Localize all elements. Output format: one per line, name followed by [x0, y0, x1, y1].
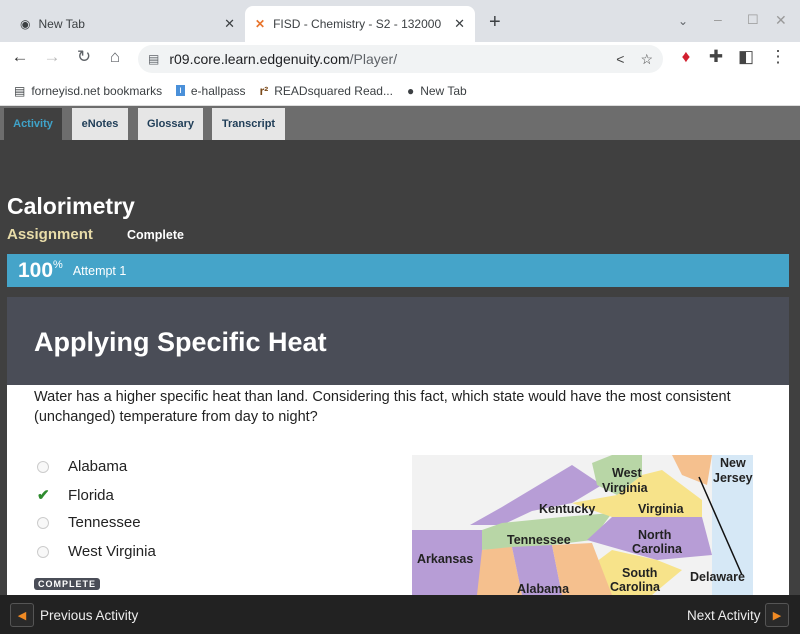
tab-enotes[interactable]: eNotes: [72, 108, 128, 140]
tab-search-icon[interactable]: ⌄: [678, 14, 688, 28]
close-tab-icon[interactable]: ✕: [224, 16, 235, 32]
bookmark-label: New Tab: [420, 83, 467, 98]
extension-ruby-icon[interactable]: ♦: [674, 47, 698, 67]
new-tab-icon[interactable]: +: [489, 11, 501, 34]
map-label-sc2: Carolina: [610, 580, 661, 594]
site-info-icon: ▤: [148, 52, 160, 66]
close-window-icon[interactable]: ✕: [775, 12, 787, 29]
browser-tab-new-tab[interactable]: ◉ New Tab ✕: [10, 6, 245, 42]
reload-icon[interactable]: ↻: [72, 47, 96, 67]
activity-footer: ◀ Previous Activity Next Activity ▶: [0, 595, 800, 634]
bookmark-label: e-hallpass: [190, 83, 246, 98]
tab-glossary[interactable]: Glossary: [138, 108, 203, 140]
home-icon[interactable]: ⌂: [103, 47, 127, 67]
option-tennessee[interactable]: Tennessee: [37, 514, 141, 531]
option-label: Tennessee: [68, 514, 141, 531]
lesson-status: Complete: [127, 228, 184, 242]
tab-transcript[interactable]: Transcript: [212, 108, 285, 140]
southeast-states-map: West Virginia New Jersey Kentucky Virgin…: [412, 455, 753, 595]
folder-icon: ▤: [14, 83, 26, 98]
bookmark-readsquared[interactable]: r² READsquared Read...: [260, 84, 393, 98]
radio-icon[interactable]: [37, 516, 49, 529]
tab-title: FISD - Chemistry - S2 - 132000 -: [273, 17, 444, 31]
activity-heading: Applying Specific Heat: [7, 297, 789, 385]
option-alabama[interactable]: Alabama: [37, 458, 127, 475]
score-unit: %: [53, 259, 63, 271]
option-label: West Virginia: [68, 543, 156, 560]
previous-arrow-icon[interactable]: ◀: [10, 603, 34, 627]
lesson-title: Calorimetry: [7, 193, 135, 219]
browser-toolbar: ← → ↻ ⌂ ▤ r09.core.learn.edgenuity.com/P…: [0, 42, 800, 76]
url-path: /Player/: [349, 51, 398, 67]
lesson-type: Assignment: [7, 226, 93, 243]
map-label-tennessee: Tennessee: [507, 533, 571, 547]
edgenuity-icon: ✕: [255, 17, 266, 31]
attempt-label: Attempt 1: [72, 263, 127, 278]
radio-icon[interactable]: [37, 460, 49, 473]
bookmark-label: READsquared Read...: [274, 83, 393, 98]
minimize-icon[interactable]: –: [714, 11, 722, 27]
globe-icon: ●: [406, 83, 415, 98]
question-text: Water has a higher specific heat than la…: [34, 389, 731, 425]
map-label-nc2: Carolina: [632, 542, 683, 556]
close-tab-icon[interactable]: ✕: [454, 16, 465, 32]
checkmark-icon: ✔: [37, 487, 50, 504]
map-label-wv2: Virginia: [602, 481, 649, 495]
map-label-arkansas: Arkansas: [417, 552, 473, 566]
map-label-nj2: Jersey: [713, 471, 753, 485]
bookmark-new-tab[interactable]: ● New Tab: [407, 84, 467, 98]
bookmark-forneyisd[interactable]: ▤ forneyisd.net bookmarks: [14, 84, 162, 98]
map-label-nj1: New: [720, 456, 746, 470]
activity-tabs: Activity eNotes Glossary Transcript: [0, 106, 800, 140]
bookmark-star-icon[interactable]: ☆: [640, 51, 653, 68]
bookmark-ehallpass[interactable]: ı e-hallpass: [176, 83, 246, 98]
ehallpass-icon: ı: [176, 85, 185, 96]
radio-icon[interactable]: [37, 545, 49, 558]
share-icon[interactable]: <: [616, 51, 624, 67]
bookmarks-bar: ▤ forneyisd.net bookmarks ı e-hallpass r² R…: [0, 76, 800, 106]
tab-title: New Tab: [38, 17, 85, 31]
next-activity-link[interactable]: Next Activity: [687, 608, 761, 623]
address-bar[interactable]: ▤ r09.core.learn.edgenuity.com/Player/ <…: [138, 45, 663, 73]
score-value: 100: [18, 258, 54, 282]
map-label-delaware: Delaware: [690, 570, 745, 584]
chrome-icon: ◉: [20, 17, 31, 31]
option-west-virginia[interactable]: West Virginia: [37, 543, 156, 560]
forward-icon[interactable]: →: [40, 47, 64, 67]
menu-kebab-icon[interactable]: ⋮: [766, 47, 790, 67]
maximize-icon[interactable]: ☐: [747, 12, 759, 28]
tab-activity[interactable]: Activity: [4, 108, 62, 140]
back-icon[interactable]: ←: [8, 47, 32, 67]
map-label-sc1: South: [622, 566, 657, 580]
map-label-kentucky: Kentucky: [539, 502, 595, 516]
option-florida[interactable]: ✔ Florida: [37, 486, 114, 505]
extensions-puzzle-icon[interactable]: ✚: [704, 47, 728, 67]
map-label-wv1: West: [612, 466, 642, 480]
score-bar: 100 % Attempt 1: [7, 254, 789, 287]
previous-activity-link[interactable]: Previous Activity: [40, 608, 138, 623]
option-label: Alabama: [68, 458, 128, 475]
url-host: r09.core.learn.edgenuity.com: [169, 51, 350, 67]
next-arrow-icon[interactable]: ▶: [765, 603, 789, 627]
map-label-nc1: North: [638, 528, 671, 542]
map-label-alabama: Alabama: [517, 582, 570, 595]
option-label: Florida: [68, 486, 114, 504]
browser-tab-fisd[interactable]: ✕ FISD - Chemistry - S2 - 132000 - ✕: [245, 6, 475, 42]
map-label-virginia: Virginia: [638, 502, 685, 516]
bookmark-label: forneyisd.net bookmarks: [31, 83, 163, 98]
readsquared-icon: r²: [259, 83, 269, 98]
side-panel-icon[interactable]: ◧: [734, 47, 758, 67]
complete-badge: COMPLETE: [34, 578, 101, 590]
activity-card: Applying Specific Heat Water has a highe…: [7, 297, 789, 595]
browser-tab-bar: ◉ New Tab ✕ ✕ FISD - Chemistry - S2 - 13…: [0, 0, 800, 42]
